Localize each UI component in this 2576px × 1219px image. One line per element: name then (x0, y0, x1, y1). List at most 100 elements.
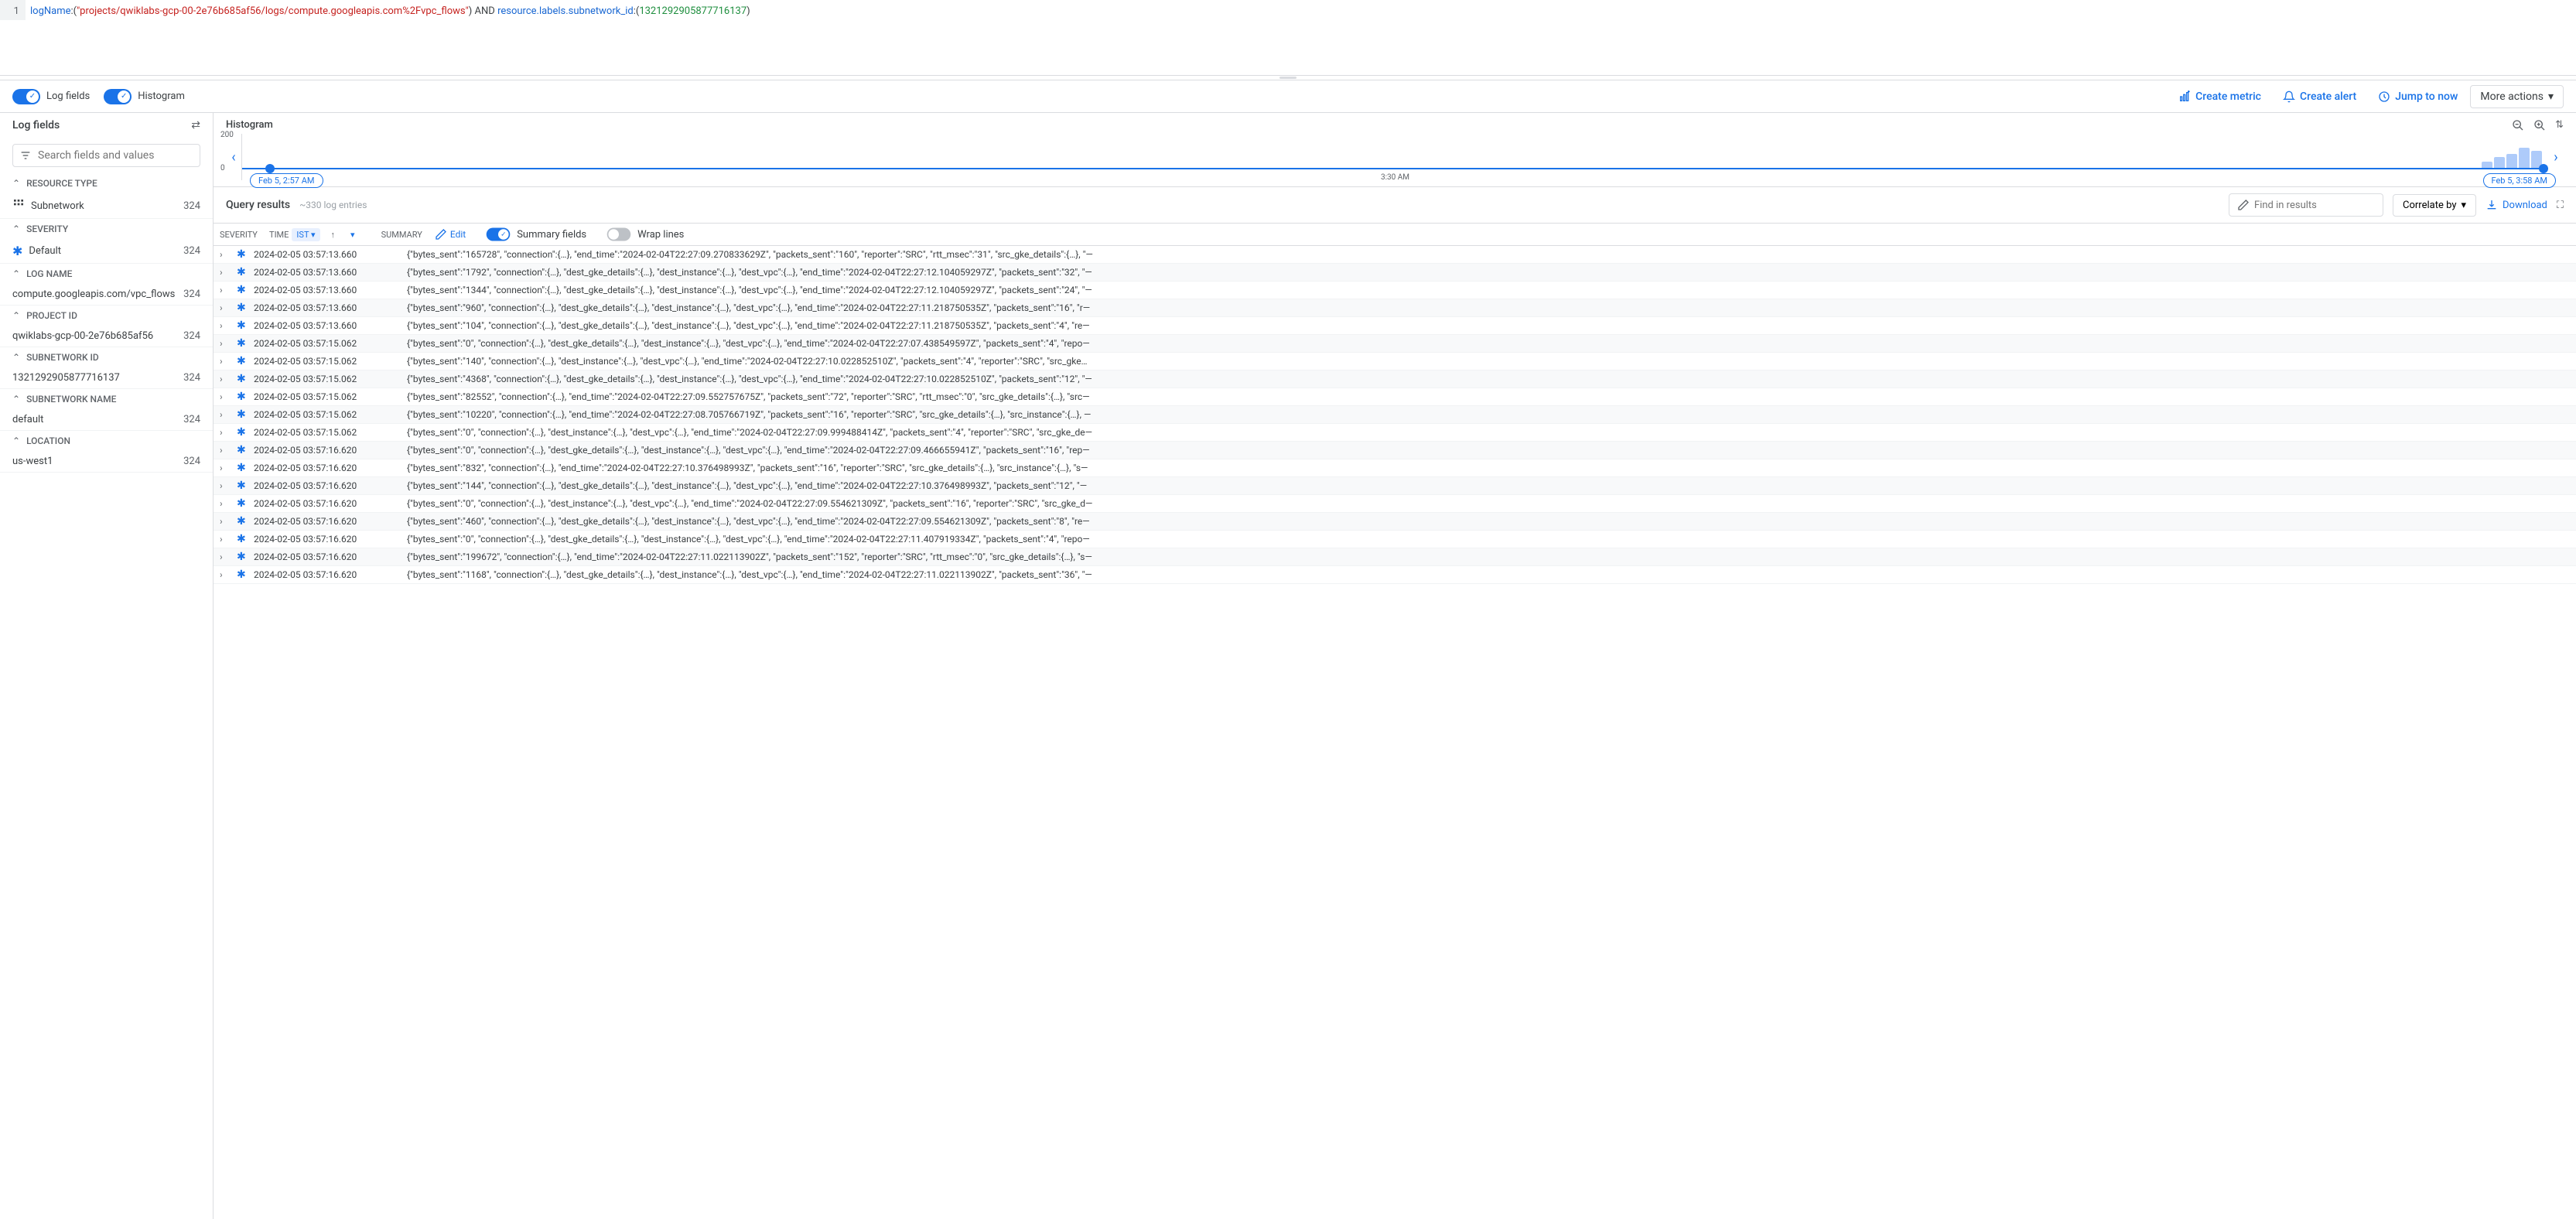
log-row[interactable]: ›✱2024-02-05 03:57:13.660{"bytes_sent":"… (214, 264, 2576, 282)
log-row[interactable]: ›✱2024-02-05 03:57:16.620{"bytes_sent":"… (214, 477, 2576, 495)
facet-group-header[interactable]: ⌃LOCATION (0, 431, 213, 451)
expand-row-icon[interactable]: › (220, 427, 231, 438)
log-row[interactable]: ›✱2024-02-05 03:57:16.620{"bytes_sent":"… (214, 459, 2576, 477)
expand-row-icon[interactable]: › (220, 498, 231, 509)
log-row[interactable]: ›✱2024-02-05 03:57:16.620{"bytes_sent":"… (214, 566, 2576, 584)
log-fields-panel: Log fields ⇄ ⌃RESOURCE TYPESubnetwork324… (0, 113, 214, 1219)
timestamp: 2024-02-05 03:57:16.620 (254, 463, 401, 473)
timestamp: 2024-02-05 03:57:16.620 (254, 569, 401, 580)
severity-default-icon: ✱ (237, 569, 248, 581)
sort-asc-icon[interactable]: ↑ (326, 230, 340, 240)
expand-row-icon[interactable]: › (220, 285, 231, 295)
expand-row-icon[interactable]: › (220, 463, 231, 473)
histogram-toggle[interactable]: Histogram (104, 89, 185, 104)
more-actions-button[interactable]: More actions ▾ (2470, 85, 2564, 108)
summary-fields-toggle[interactable]: Summary fields (484, 227, 586, 242)
query-editor[interactable]: 1 logName:("projects/qwiklabs-gcp-00-2e7… (0, 0, 2576, 76)
find-in-results-input[interactable] (2229, 193, 2383, 217)
timestamp: 2024-02-05 03:57:15.062 (254, 391, 401, 402)
edit-summary-button[interactable]: Edit (435, 228, 466, 241)
facet-item[interactable]: default324 (0, 409, 213, 430)
log-row[interactable]: ›✱2024-02-05 03:57:16.620{"bytes_sent":"… (214, 531, 2576, 548)
facet-item[interactable]: compute.googleapis.com/vpc_flows324 (0, 284, 213, 305)
expand-vertical-icon[interactable]: ⇅ (2555, 119, 2564, 135)
jump-to-now-button[interactable]: Jump to now (2369, 86, 2467, 108)
wrap-lines-toggle[interactable]: Wrap lines (605, 227, 684, 242)
range-end-handle[interactable] (2539, 164, 2548, 173)
create-metric-button[interactable]: Create metric (2169, 86, 2270, 108)
download-button[interactable]: Download (2485, 199, 2547, 211)
expand-row-icon[interactable]: › (220, 480, 231, 491)
log-row[interactable]: ›✱2024-02-05 03:57:15.062{"bytes_sent":"… (214, 388, 2576, 406)
expand-row-icon[interactable]: › (220, 516, 231, 527)
timezone-pill[interactable]: IST ▾ (292, 228, 319, 241)
expand-row-icon[interactable]: › (220, 391, 231, 402)
histogram-chart[interactable]: 200 0 Feb 5, 2:57 AM 3:30 AM Feb 5, 3:58 (241, 134, 2548, 180)
expand-row-icon[interactable]: › (220, 569, 231, 580)
expand-row-icon[interactable]: › (220, 374, 231, 384)
facet-item[interactable]: 1321292905877716137324 (0, 367, 213, 388)
expand-row-icon[interactable]: › (220, 445, 231, 456)
timestamp: 2024-02-05 03:57:16.620 (254, 551, 401, 562)
histogram-prev-button[interactable]: ‹ (226, 134, 241, 180)
zoom-out-icon[interactable] (2512, 119, 2524, 135)
facet-count: 324 (183, 372, 200, 384)
severity-column[interactable]: SEVERITY (220, 230, 263, 240)
correlate-by-button[interactable]: Correlate by ▾ (2393, 194, 2476, 217)
log-rows-list[interactable]: › ✱ 2024-02-05 03:57:13.660 {"bytes_sent":"… (214, 246, 2576, 1219)
log-row[interactable]: ›✱2024-02-05 03:57:16.620{"bytes_sent":"… (214, 548, 2576, 566)
expand-row-icon[interactable]: › (220, 551, 231, 562)
facet-group-header[interactable]: ⌃SUBNETWORK NAME (0, 389, 213, 409)
facet-label: Default (29, 245, 61, 257)
facet-item[interactable]: qwiklabs-gcp-00-2e76b685af56324 (0, 326, 213, 347)
log-row[interactable]: ›✱2024-02-05 03:57:15.062{"bytes_sent":"… (214, 406, 2576, 424)
range-start-handle[interactable] (265, 164, 275, 173)
facet-group-header[interactable]: ⌃SEVERITY (0, 219, 213, 239)
facet-item[interactable]: us-west1324 (0, 451, 213, 472)
facet-count: 324 (183, 414, 200, 425)
zoom-in-icon[interactable] (2533, 119, 2546, 135)
filter-dropdown-icon[interactable]: ▾ (346, 230, 360, 240)
expand-row-icon[interactable]: › (220, 320, 231, 331)
timestamp: 2024-02-05 03:57:13.660 (254, 267, 401, 278)
expand-row-icon[interactable]: › (220, 249, 231, 260)
log-row[interactable]: ›✱2024-02-05 03:57:15.062{"bytes_sent":"… (214, 353, 2576, 370)
expand-collapse-icon[interactable]: ⇄ (191, 119, 200, 131)
create-alert-button[interactable]: Create alert (2274, 86, 2366, 108)
log-fields-toggle[interactable]: Log fields (12, 89, 90, 104)
log-row[interactable]: ›✱2024-02-05 03:57:16.620{"bytes_sent":"… (214, 495, 2576, 513)
results-title: Query results (226, 199, 290, 211)
facet-item[interactable]: ✱Default324 (0, 239, 213, 263)
log-row[interactable]: ›✱2024-02-05 03:57:13.660{"bytes_sent":"… (214, 246, 2576, 264)
search-fields-input[interactable] (12, 144, 200, 167)
expand-row-icon[interactable]: › (220, 534, 231, 545)
log-row[interactable]: ›✱2024-02-05 03:57:16.620{"bytes_sent":"… (214, 442, 2576, 459)
chevron-up-icon: ⌃ (12, 352, 20, 363)
time-column[interactable]: TIME IST ▾ (269, 228, 320, 241)
log-row[interactable]: ›✱2024-02-05 03:57:16.620{"bytes_sent":"… (214, 513, 2576, 531)
facet-item[interactable]: Subnetwork324 (0, 193, 213, 218)
expand-row-icon[interactable]: › (220, 267, 231, 278)
log-summary: {"bytes_sent":"10220", "connection":{…},… (407, 409, 1091, 420)
chevron-up-icon: ⌃ (12, 435, 20, 446)
fullscreen-icon[interactable]: ⛶ (2557, 200, 2564, 211)
facet-label: qwiklabs-gcp-00-2e76b685af56 (12, 330, 153, 342)
log-row[interactable]: ›✱2024-02-05 03:57:13.660{"bytes_sent":"… (214, 282, 2576, 299)
log-row[interactable]: ›✱2024-02-05 03:57:15.062{"bytes_sent":"… (214, 335, 2576, 353)
expand-row-icon[interactable]: › (220, 356, 231, 367)
expand-row-icon[interactable]: › (220, 338, 231, 349)
expand-row-icon[interactable]: › (220, 302, 231, 313)
severity-default-icon: ✱ (237, 391, 248, 403)
facet-group-header[interactable]: ⌃RESOURCE TYPE (0, 173, 213, 193)
log-row[interactable]: ›✱2024-02-05 03:57:15.062{"bytes_sent":"… (214, 370, 2576, 388)
expand-row-icon[interactable]: › (220, 409, 231, 420)
log-row[interactable]: ›✱2024-02-05 03:57:15.062{"bytes_sent":"… (214, 424, 2576, 442)
facet-group-header[interactable]: ⌃PROJECT ID (0, 306, 213, 326)
facet-count: 324 (183, 456, 200, 467)
facet-group-header[interactable]: ⌃SUBNETWORK ID (0, 347, 213, 367)
facet-group-header[interactable]: ⌃LOG NAME (0, 264, 213, 284)
log-row[interactable]: ›✱2024-02-05 03:57:13.660{"bytes_sent":"… (214, 299, 2576, 317)
log-row[interactable]: ›✱2024-02-05 03:57:13.660{"bytes_sent":"… (214, 317, 2576, 335)
facet-label: compute.googleapis.com/vpc_flows (12, 289, 175, 300)
timestamp: 2024-02-05 03:57:15.062 (254, 409, 401, 420)
